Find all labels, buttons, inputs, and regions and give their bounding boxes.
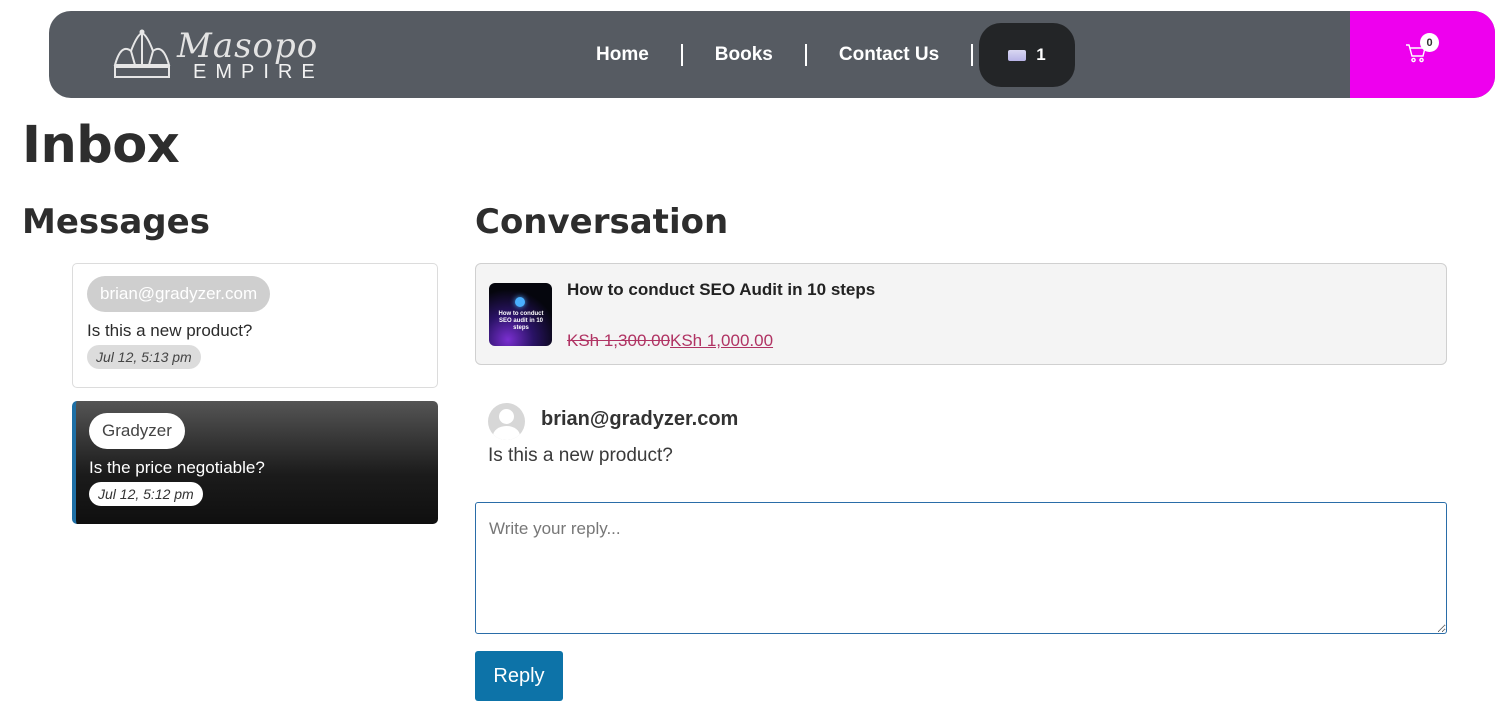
nav-books[interactable]: Books <box>683 44 805 66</box>
logo-sub-text: EMPIRE <box>193 61 324 83</box>
nav-home[interactable]: Home <box>564 44 681 66</box>
product-thumbnail[interactable]: How to conduct SEO audit in 10 steps <box>489 283 552 346</box>
message-thread-item[interactable]: brian@gradyzer.com Is this a new product… <box>72 263 438 388</box>
site-header: Masopo EMPIRE Home Books Contact Us 1 0 <box>49 11 1495 98</box>
thumbnail-glow-icon <box>515 297 525 307</box>
logo-script-text: Masopo <box>177 26 319 66</box>
product-new-price[interactable]: KSh 1,000.00 <box>670 331 773 351</box>
conversation-message-text: Is this a new product? <box>488 445 673 466</box>
flag-icon <box>1008 49 1027 61</box>
language-switcher-button[interactable]: 1 <box>979 23 1075 87</box>
product-title[interactable]: How to conduct SEO Audit in 10 steps <box>567 280 875 300</box>
thread-timestamp: Jul 12, 5:13 pm <box>87 345 201 369</box>
main-nav: Home Books Contact Us <box>564 11 974 98</box>
product-card: How to conduct SEO audit in 10 steps How… <box>475 263 1447 365</box>
page-title: Inbox <box>22 116 180 175</box>
reply-button[interactable]: Reply <box>475 651 563 701</box>
message-thread-item-active[interactable]: Gradyzer Is the price negotiable? Jul 12… <box>72 401 438 524</box>
cart-count-badge: 0 <box>1420 33 1439 52</box>
thread-preview: Is the price negotiable? <box>89 458 265 477</box>
thumbnail-caption: How to conduct SEO audit in 10 steps <box>498 311 544 331</box>
site-logo[interactable]: Masopo EMPIRE <box>111 25 321 85</box>
cart-button[interactable]: 0 <box>1350 11 1495 98</box>
conversation-heading: Conversation <box>475 202 729 242</box>
avatar <box>488 403 525 440</box>
conversation-sender: brian@gradyzer.com <box>541 408 739 430</box>
language-count: 1 <box>1036 45 1046 64</box>
thread-preview: Is this a new product? <box>87 321 253 340</box>
reply-textarea[interactable] <box>475 502 1447 634</box>
messages-heading: Messages <box>22 202 210 242</box>
crown-icon <box>113 29 171 78</box>
nav-contact-us[interactable]: Contact Us <box>807 44 971 66</box>
avatar-body-shape <box>493 426 520 440</box>
thread-sender: Gradyzer <box>89 413 185 449</box>
avatar-head-shape <box>499 409 514 424</box>
thread-timestamp: Jul 12, 5:12 pm <box>89 482 203 506</box>
nav-divider <box>971 43 974 66</box>
thread-sender: brian@gradyzer.com <box>87 276 271 312</box>
product-old-price: KSh 1,300.00 <box>567 331 671 350</box>
